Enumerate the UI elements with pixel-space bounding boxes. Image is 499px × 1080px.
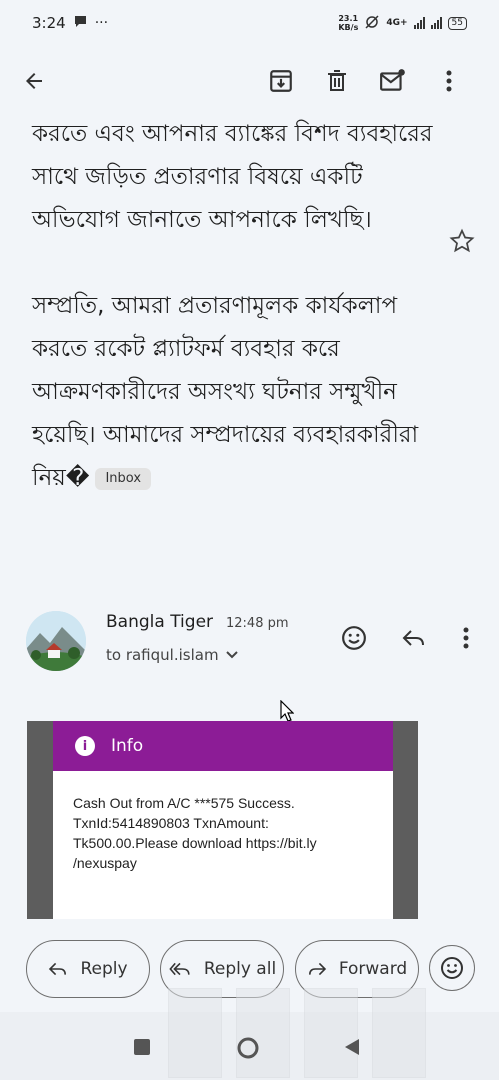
recent-thumbnail	[304, 988, 358, 1078]
sent-time: 12:48 pm	[226, 616, 289, 631]
back-button[interactable]	[22, 57, 62, 105]
recent-apps-thumbnails	[168, 988, 458, 1078]
reply-button[interactable]: Reply	[26, 940, 150, 998]
inbox-label-chip[interactable]: Inbox	[95, 467, 152, 490]
home-circle-icon	[237, 1037, 259, 1059]
delete-icon	[328, 70, 346, 91]
info-card-message: Cash Out from A/C ***575 Success. TxnId:…	[73, 795, 317, 871]
emoji-icon	[441, 957, 463, 979]
info-card-header: i Info	[53, 721, 393, 771]
sender-row: Bangla Tiger 12:48 pm to rafiqul.islam	[26, 608, 486, 678]
chat-notification-icon	[74, 14, 87, 32]
status-bar: 3:24 ··· 23.1 KB/s 4G+ 55	[0, 0, 499, 46]
more-vert-icon	[446, 70, 452, 92]
system-nav-bar	[0, 988, 499, 1080]
recipient-details-toggle[interactable]: to rafiqul.islam	[106, 646, 239, 664]
recents-square-icon	[134, 1039, 150, 1055]
network-speed: 23.1 KB/s	[338, 14, 359, 32]
sender-avatar[interactable]	[26, 611, 86, 671]
back-triangle-icon	[345, 1039, 359, 1055]
signal-icon	[413, 17, 425, 29]
forward-icon	[308, 962, 326, 976]
info-icon: i	[75, 736, 95, 756]
archive-icon	[270, 70, 292, 92]
reply-all-label: Reply all	[203, 959, 277, 979]
star-icon	[449, 228, 475, 253]
body-paragraph-2: সম্প্রতি, আমরা প্রতারণামূলক কার্যকলাপ কর…	[32, 293, 419, 491]
reply-all-icon	[169, 962, 190, 976]
info-card-title: Info	[111, 736, 144, 756]
more-options-button[interactable]	[421, 57, 477, 105]
email-toolbar	[0, 50, 499, 112]
back-arrow-icon	[26, 73, 42, 89]
recents-button[interactable]	[133, 1038, 151, 1060]
back-nav-button[interactable]	[343, 1038, 361, 1060]
home-button[interactable]	[236, 1036, 260, 1064]
chevron-down-icon	[225, 651, 238, 659]
emoji-reply-button[interactable]	[429, 945, 475, 991]
sender-name: Bangla Tiger	[106, 612, 214, 632]
reply-icon	[402, 630, 424, 646]
message-more-button[interactable]	[448, 620, 484, 656]
network-type: 4G+	[386, 18, 408, 28]
reply-icon	[49, 962, 67, 976]
signal-icon-2	[430, 17, 442, 29]
emoji-reaction-button[interactable]	[336, 620, 372, 656]
status-time: 3:24	[32, 14, 66, 32]
battery-indicator: 55	[447, 16, 467, 30]
recent-thumbnail	[168, 988, 222, 1078]
more-notifications-icon: ···	[94, 15, 109, 31]
recent-thumbnail	[236, 988, 290, 1078]
recipient-line: to rafiqul.islam	[106, 646, 219, 664]
recent-thumbnail	[372, 988, 426, 1078]
alarm-off-icon	[364, 14, 380, 32]
reply-icon-button[interactable]	[396, 620, 432, 656]
forward-label: Forward	[338, 959, 408, 979]
mark-unread-button[interactable]	[365, 57, 421, 105]
more-vert-icon	[463, 627, 469, 649]
emoji-icon	[342, 626, 366, 650]
email-body: করতে এবং আপনার ব্যাঙ্কের বিশদ ব্যবহারের …	[32, 113, 452, 500]
archive-button[interactable]	[253, 57, 309, 105]
body-paragraph-1: করতে এবং আপনার ব্যাঙ্কের বিশদ ব্যবহারের …	[32, 121, 433, 233]
avatar-landscape-icon	[26, 611, 86, 671]
mark-unread-icon	[380, 69, 405, 91]
reply-label: Reply	[80, 959, 128, 979]
attached-image[interactable]: i Info Cash Out from A/C ***575 Success.…	[27, 721, 418, 919]
info-card: i Info Cash Out from A/C ***575 Success.…	[53, 721, 393, 919]
delete-button[interactable]	[309, 57, 365, 105]
star-button[interactable]	[449, 228, 475, 258]
